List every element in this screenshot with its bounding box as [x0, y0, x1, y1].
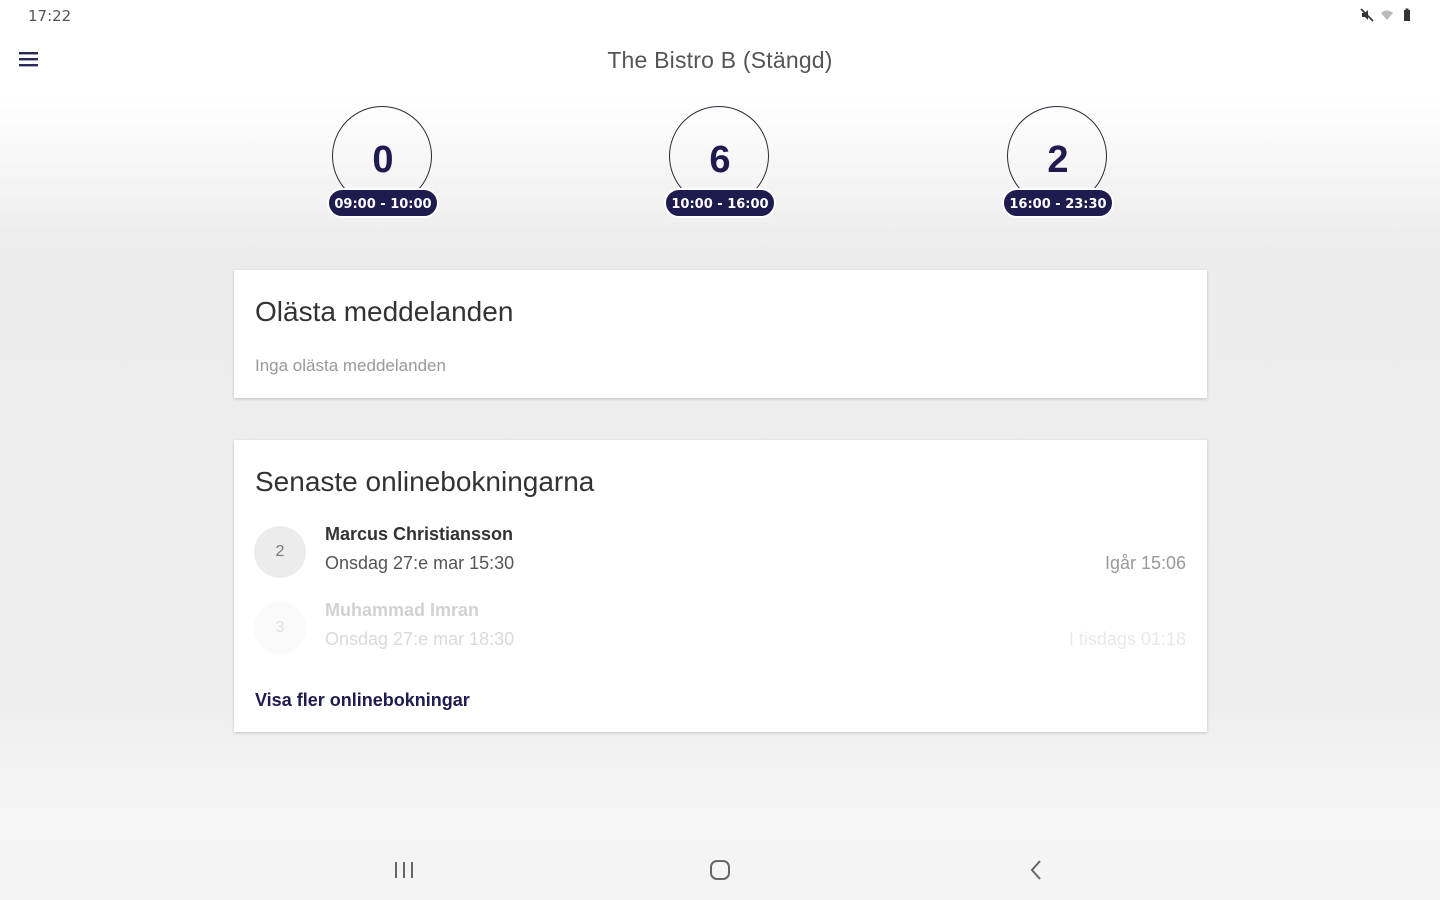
status-time: 17:22 [28, 7, 72, 25]
time-slot-morning[interactable]: 0 09:00 - 10:00 [327, 106, 439, 218]
time-slot-day[interactable]: 6 10:00 - 16:00 [664, 106, 776, 218]
status-icons [1360, 8, 1414, 22]
wifi-icon [1381, 10, 1393, 20]
booking-name: Marcus Christiansson [325, 524, 514, 544]
booking-date: Onsdag 27:e mar 15:30 [325, 553, 515, 573]
unread-messages-card: Olästa meddelanden Inga olästa meddeland… [234, 270, 1207, 398]
booking-date: Onsdag 27:e mar 18:30 [325, 629, 515, 649]
online-bookings-card: Senaste onlinebokningarna 2 Marcus Chris… [234, 440, 1207, 732]
empty-message: Inga olästa meddelanden [255, 356, 446, 375]
time-slot-evening[interactable]: 2 16:00 - 23:30 [1002, 106, 1114, 218]
booking-received: Igår 15:06 [1104, 553, 1186, 573]
guest-count-badge: 2 [254, 526, 306, 578]
navigation-bar [0, 840, 1440, 900]
status-bar: 17:22 [0, 0, 1440, 32]
slot-time-range: 10:00 - 16:00 [664, 188, 776, 218]
show-more-bookings-link[interactable]: Visa fler onlinebokningar [255, 690, 470, 711]
slot-time-range: 16:00 - 23:30 [1002, 188, 1114, 218]
recent-apps-button[interactable] [364, 840, 444, 900]
slot-count: 0 [372, 139, 394, 181]
battery-icon [1404, 8, 1410, 21]
app-bar: The Bistro B (Stängd) [0, 32, 1440, 90]
booking-item[interactable]: 2 Marcus Christiansson Onsdag 27:e mar 1… [254, 524, 1186, 584]
recent-apps-icon [395, 862, 413, 878]
card-title: Senaste onlinebokningarna [255, 466, 595, 497]
back-button[interactable] [996, 840, 1076, 900]
slot-time-range: 09:00 - 10:00 [327, 188, 439, 218]
page-title: The Bistro B (Stängd) [607, 47, 833, 73]
time-slots: 0 09:00 - 10:00 6 10:00 - 16:00 2 16:00 … [0, 106, 1440, 218]
home-icon [710, 860, 730, 880]
slot-count: 2 [1047, 139, 1069, 181]
slot-count: 6 [709, 139, 731, 181]
mute-icon [1360, 8, 1374, 22]
card-title: Olästa meddelanden [255, 296, 514, 327]
home-button[interactable] [680, 840, 760, 900]
booking-item[interactable]: 3 Muhammad Imran Onsdag 27:e mar 18:30 I… [254, 600, 1186, 660]
booking-name: Muhammad Imran [325, 600, 480, 620]
booking-received: I tisdags 01:18 [1068, 629, 1186, 649]
guest-count-badge: 3 [254, 602, 306, 654]
back-icon [1030, 860, 1041, 880]
